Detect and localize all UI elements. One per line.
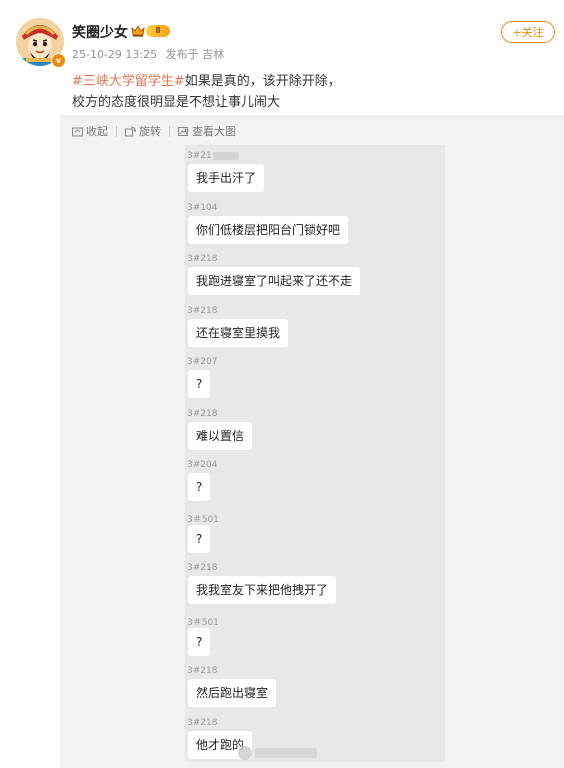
collapse-label: 收起 (86, 125, 108, 138)
chat-sender: 3#218 (187, 306, 217, 316)
chat-sender: 3#218 (187, 409, 217, 419)
chat-sender: 3#218 (187, 254, 217, 264)
vip-level-badge: Ⅱ (146, 24, 170, 37)
chat-sender: 3#204 (187, 460, 217, 470)
chat-bubble: 然后跑出寝室 (188, 679, 277, 707)
chat-sender: 3#207 (187, 357, 217, 367)
chat-bubble: ? (188, 473, 211, 501)
image-toolbar: 收起 旋转 查看大图 (72, 123, 236, 139)
view-large-button[interactable]: 查看大图 (178, 123, 236, 139)
username[interactable]: 笑圈少女 (72, 22, 128, 42)
chat-sender: 3#218 (187, 666, 217, 676)
chat-sender-id: 3#218 (187, 254, 218, 264)
blurred-name (212, 151, 239, 160)
chat-sender-id: 3#204 (187, 460, 218, 470)
follow-button[interactable]: +关注 (501, 21, 555, 43)
hashtag-link[interactable]: #三峡大学留学生# (72, 74, 185, 89)
rotate-button[interactable]: 旋转 (125, 123, 161, 139)
chat-sender: 3#218 (187, 563, 217, 573)
chat-sender: 3＃501 (187, 615, 219, 628)
watermark-logo-icon (238, 746, 252, 760)
chat-sender: 3#218 (187, 718, 217, 728)
chat-sender-id: 3#218 (187, 666, 218, 676)
post-meta: 25-10-29 13:25 发布于 吉林 (72, 46, 229, 62)
chat-bubble: 我我室友下来把他拽开了 (188, 576, 337, 604)
chat-sender-id: 3#104 (187, 202, 218, 213)
chat-bubble: 还在寝室里摸我 (188, 318, 289, 347)
chat-sender-id: 3＃501 (187, 514, 219, 525)
watermark (238, 745, 324, 761)
post-text: #三峡大学留学生#如果是真的，该开除开除， 校方的态度很明显是不想让事儿闹大 (72, 71, 552, 113)
toolbar-divider (169, 125, 170, 137)
chat-sender-id: 3#218 (187, 717, 218, 728)
chat-sender-id: 3#207 (187, 357, 218, 367)
chat-sender: 3#21 (187, 151, 239, 161)
chat-sender-id: 3＃501 (187, 617, 219, 628)
post-header: v 笑圈少女 Ⅱ 25-10-29 13:25 发布于 吉林 +关注 #三峡大学… (0, 0, 564, 120)
chat-sender: 3#104 (187, 203, 217, 213)
post-text-line1: 如果是真的，该开除开除， (184, 74, 341, 89)
chat-bubble: 我手出汗了 (188, 164, 265, 192)
chat-screenshot[interactable]: 3#21 我手出汗了 3#104 你们低楼层把阳台门锁好吧 3#218 我跑进寝室了叫起来… (185, 145, 445, 762)
rotate-icon (125, 126, 136, 136)
post-source: 发布于 吉林 (165, 48, 225, 61)
vip-badges: Ⅱ (131, 24, 170, 37)
rotate-label: 旋转 (139, 125, 161, 138)
chat-sender-id: 3#218 (187, 305, 218, 316)
chat-sender: 3＃501 (187, 512, 219, 525)
chat-bubble: 你们低楼层把阳台门锁好吧 (188, 215, 349, 244)
chat-bubble: ? (188, 370, 211, 398)
view-large-label: 查看大图 (192, 125, 236, 138)
crown-icon (131, 25, 145, 37)
chat-bubble: ? (188, 627, 211, 656)
toolbar-divider (116, 125, 117, 137)
chat-bubble: 我跑进寝室了叫起来了还不走 (188, 267, 361, 295)
collapse-button[interactable]: 收起 (72, 123, 108, 139)
chat-sender-id: 3#218 (187, 408, 218, 419)
post-text-line2: 校方的态度很明显是不想让事儿闹大 (72, 95, 281, 110)
post-timestamp[interactable]: 25-10-29 13:25 (72, 48, 157, 61)
chat-bubble: 难以置信 (188, 421, 253, 450)
chat-bubble: ? (188, 524, 211, 553)
verified-badge-icon: v (51, 53, 66, 68)
watermark-text-blurred (255, 748, 317, 758)
collapse-icon (72, 127, 83, 136)
view-large-icon (178, 126, 188, 136)
chat-sender-id: 3#218 (187, 563, 218, 573)
chat-sender-id: 3#21 (187, 151, 212, 161)
